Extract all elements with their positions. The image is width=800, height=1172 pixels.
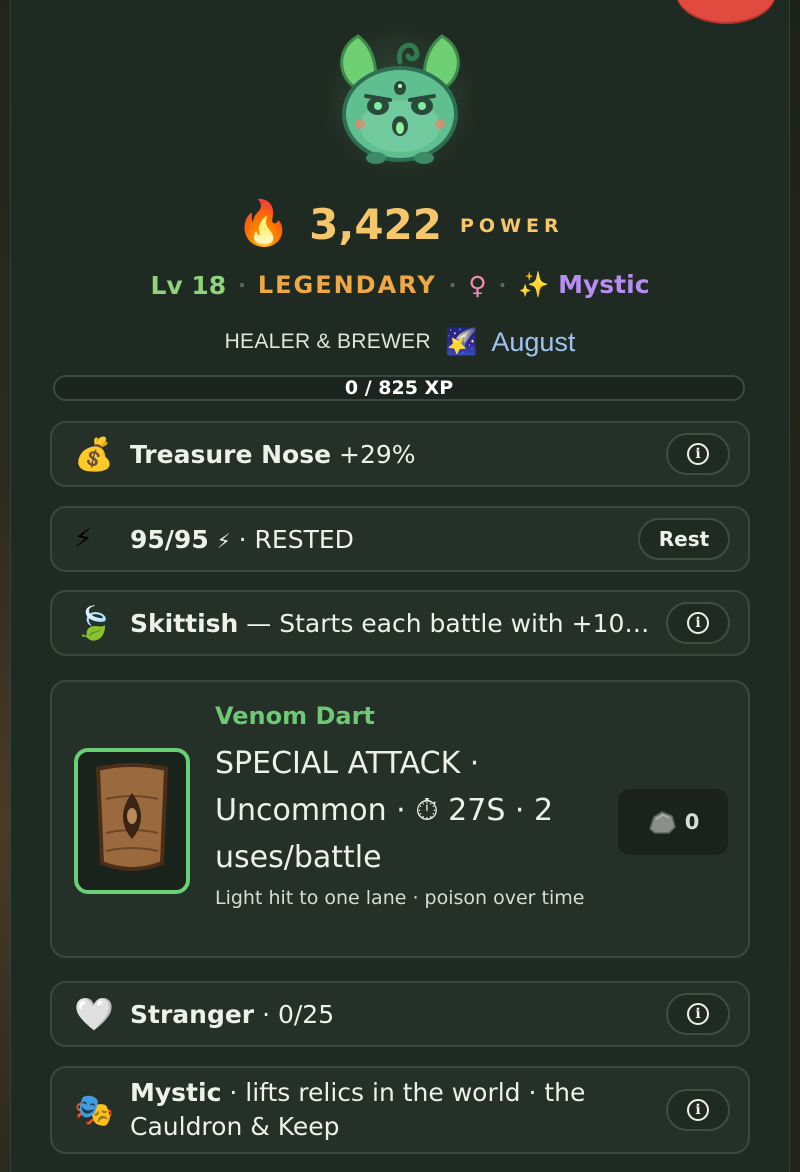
role-label: HEALER & BREWER <box>224 330 431 353</box>
ability-card: Venom Dart SPECIAL ATTACK · Uncommon · ⏱… <box>50 680 750 958</box>
separator-dot: · <box>448 273 457 297</box>
trait-text: Treasure Nose +29% <box>130 440 666 469</box>
money-bag-icon: 💰 <box>74 435 114 473</box>
ability-description: Light hit to one lane · poison over time <box>215 887 585 909</box>
personality-desc: — Starts each battle with +10% speed <box>246 608 666 638</box>
fire-icon: 🔥 <box>236 198 292 249</box>
separator-dot: · <box>238 273 246 297</box>
theater-masks-icon: 🎭 <box>74 1091 114 1129</box>
rest-button[interactable]: Rest <box>638 518 730 560</box>
xp-text: 0 / 825 XP <box>344 377 454 399</box>
class-name: Mystic <box>558 270 650 299</box>
sparkles-icon: ✨ <box>518 270 550 299</box>
personality-card: 🍃 Skittish — Starts each battle with +10… <box>50 590 750 656</box>
separator-dot: · <box>498 273 507 297</box>
class-info-card: 🎭 Mystic · lifts relics in the world · t… <box>50 1066 750 1154</box>
stone-button[interactable]: 0 <box>618 789 728 855</box>
shooting-star-icon: 🌠 <box>444 327 478 357</box>
rock-icon <box>648 811 676 834</box>
power-label: POWER <box>460 215 564 237</box>
bond-value: · 0/25 <box>254 999 335 1029</box>
shield-icon <box>95 763 169 871</box>
trait-info-button[interactable]: i <box>666 433 730 475</box>
ability-name: Venom Dart <box>215 702 375 730</box>
energy-text: 95/95 ⚡ · RESTED <box>130 525 638 554</box>
power-row: 🔥 3,422 POWER <box>0 192 800 256</box>
power-value: 3,422 <box>309 199 442 249</box>
level-label: Lv 18 <box>150 270 227 300</box>
energy-value: 95/95 <box>130 524 209 554</box>
creature-sprite <box>340 34 460 164</box>
creature-meta-row: Lv 18 · LEGENDARY · ♀ · ✨ Mystic <box>0 264 800 306</box>
leaf-icon: 🍃 <box>74 604 114 642</box>
info-icon: i <box>687 612 709 634</box>
rarity-label: LEGENDARY <box>257 271 437 299</box>
class-info-name: Mystic <box>130 1078 222 1107</box>
bond-card: 🤍 Stranger · 0/25 i <box>50 981 750 1047</box>
info-icon: i <box>687 1003 709 1025</box>
class-info-text: Mystic · lifts relics in the world · the… <box>130 1076 666 1144</box>
bond-text: Stranger · 0/25 <box>130 1000 666 1029</box>
personality-text: Skittish — Starts each battle with +10% … <box>130 609 666 638</box>
xp-progress-bar: 0 / 825 XP <box>53 375 745 401</box>
stone-count: 0 <box>684 810 700 834</box>
bond-name: Stranger <box>130 999 255 1029</box>
trait-card: 💰 Treasure Nose +29% i <box>50 421 750 487</box>
class-label: ✨ Mystic <box>518 270 649 300</box>
small-lightning-icon: ⚡ <box>216 528 231 553</box>
trait-value: +29% <box>331 439 416 469</box>
energy-status: · RESTED <box>230 524 354 554</box>
trait-name: Treasure Nose <box>130 439 332 469</box>
personality-info-button[interactable]: i <box>666 602 730 644</box>
energy-card: ⚡ 95/95 ⚡ · RESTED Rest <box>50 506 750 572</box>
bond-info-button[interactable]: i <box>666 993 730 1035</box>
creature-portrait <box>320 22 480 182</box>
lightning-icon: ⚡ <box>74 524 93 554</box>
role-row: HEALER & BREWER 🌠 August <box>0 322 800 362</box>
info-icon: i <box>687 1099 709 1121</box>
birth-month: August <box>491 326 576 357</box>
ability-icon-frame[interactable] <box>74 748 190 894</box>
ability-meta: SPECIAL ATTACK · Uncommon · ⏱ 27S · 2 us… <box>215 746 554 875</box>
personality-name: Skittish <box>130 608 239 638</box>
class-info-button[interactable]: i <box>666 1089 730 1131</box>
info-icon: i <box>687 443 709 465</box>
female-icon: ♀ <box>468 270 487 300</box>
white-heart-icon: 🤍 <box>74 995 114 1033</box>
